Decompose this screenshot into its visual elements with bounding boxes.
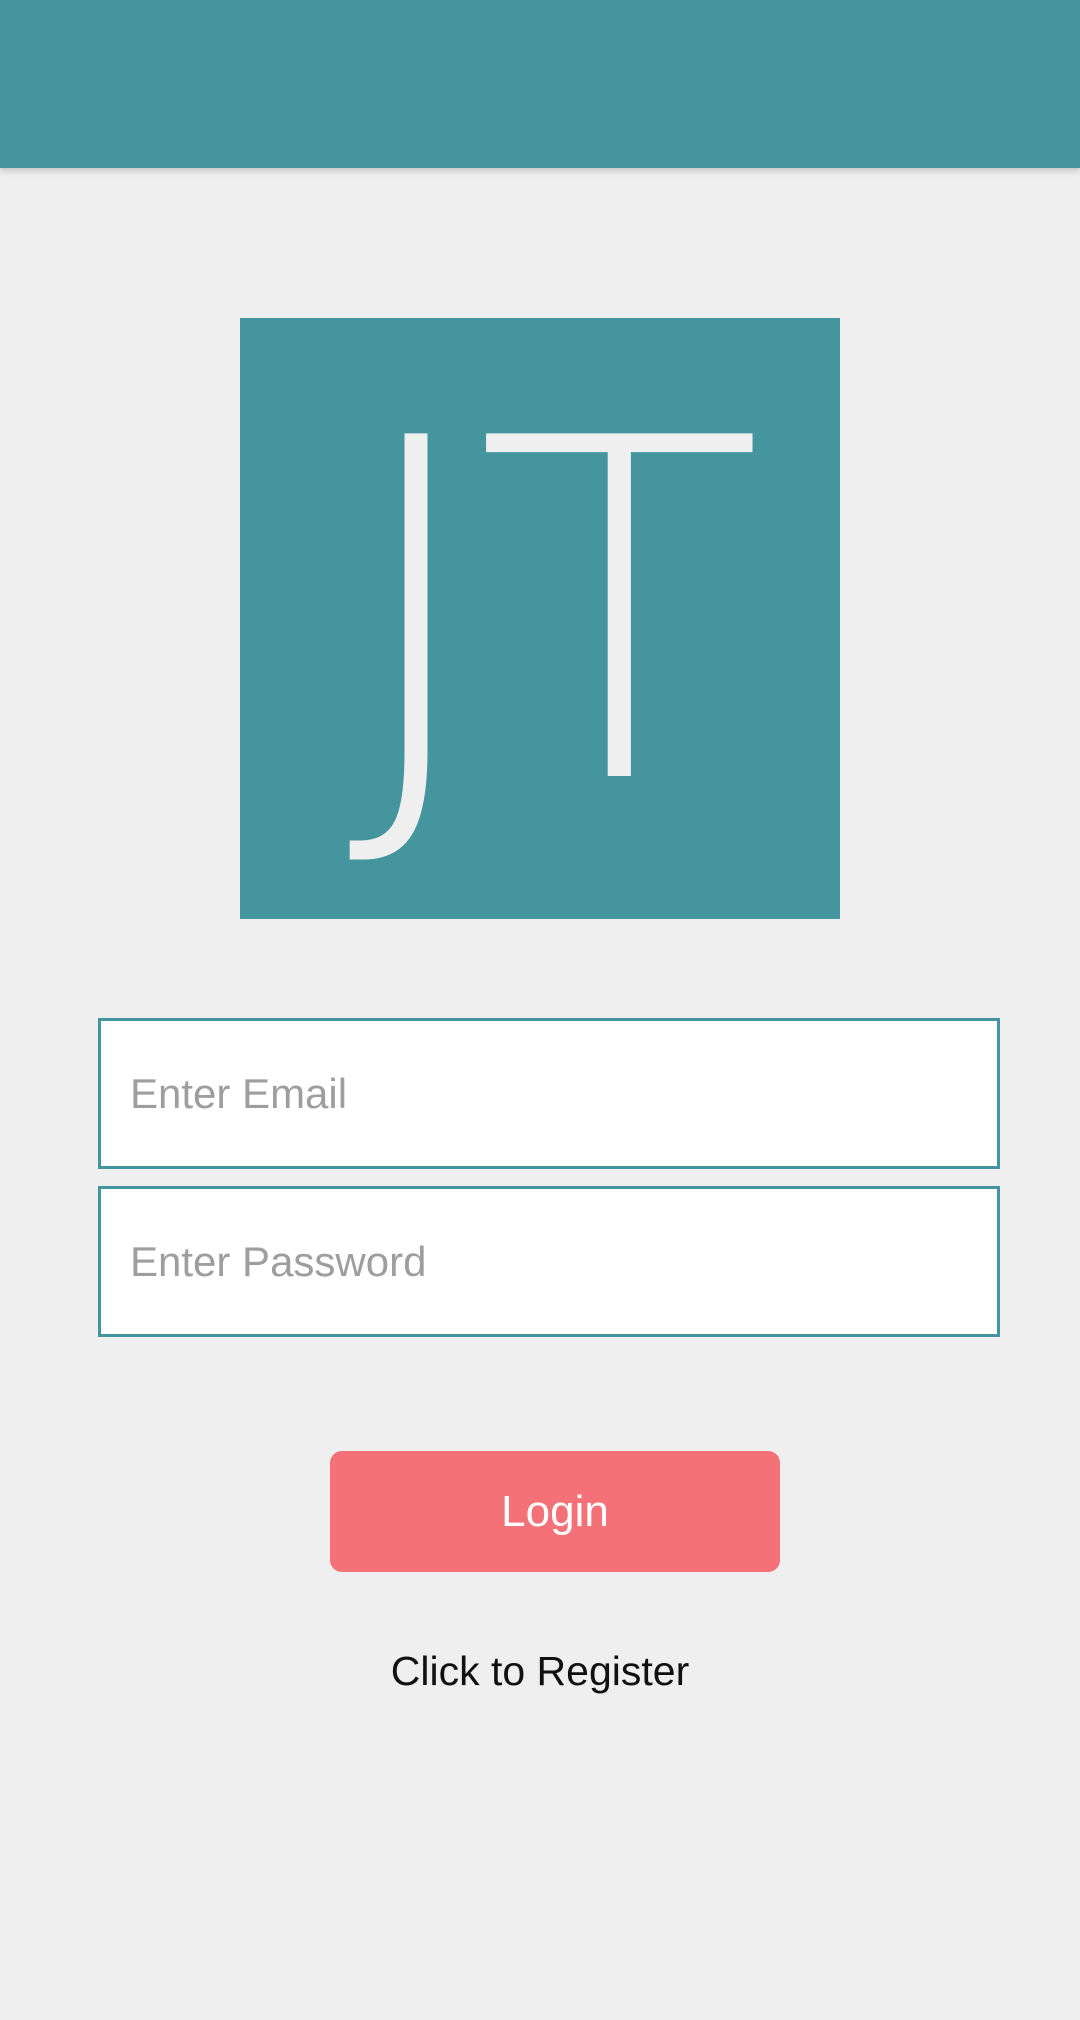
logo-text: JT [347, 339, 763, 887]
password-field[interactable] [98, 1186, 1000, 1337]
login-button[interactable]: Login [330, 1451, 780, 1572]
app-bar [0, 0, 1080, 168]
email-field[interactable] [98, 1018, 1000, 1169]
logo: JT [240, 318, 840, 919]
register-link[interactable]: Click to Register [0, 1648, 1080, 1695]
